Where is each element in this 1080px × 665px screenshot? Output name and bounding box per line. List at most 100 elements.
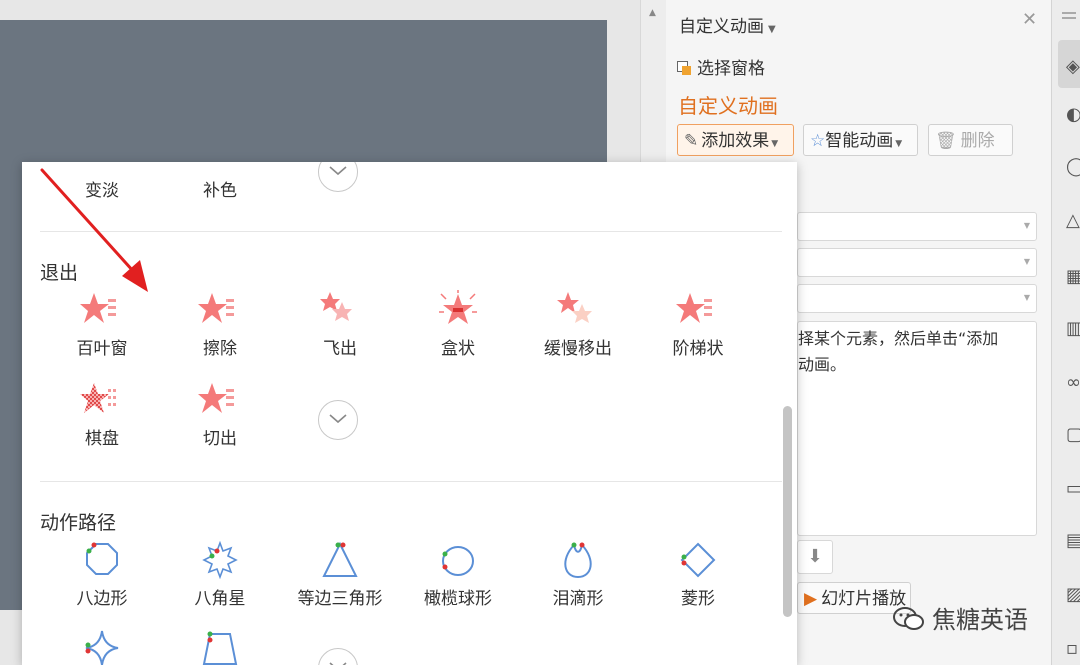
effect-checkerboard[interactable]: 棋盘 bbox=[52, 380, 152, 449]
effect-label: 缓慢移出 bbox=[544, 339, 612, 359]
cut-star-icon bbox=[198, 383, 234, 413]
shape-tool-icon[interactable]: ◯ bbox=[1066, 156, 1080, 178]
path-four-point-star[interactable] bbox=[52, 628, 152, 665]
red-annotation-arrow bbox=[40, 168, 148, 292]
smart-animation-button[interactable]: ☆智能动画 ▼ bbox=[803, 124, 918, 156]
select-pane-label: 选择窗格 bbox=[697, 59, 765, 79]
grid-tool-icon[interactable]: ▦ bbox=[1066, 266, 1080, 288]
effect-label: 阶梯状 bbox=[672, 339, 724, 359]
close-icon[interactable]: ✕ bbox=[1022, 9, 1037, 30]
effect-label: 飞出 bbox=[323, 339, 357, 359]
path-eight-point-star[interactable]: 八角星 bbox=[170, 540, 270, 609]
add-effect-label: 添加效果 bbox=[701, 131, 770, 151]
slow-exit-star-icon bbox=[557, 292, 592, 323]
path-trapezoid[interactable] bbox=[170, 628, 270, 665]
star-icon: ☆ bbox=[810, 131, 826, 151]
motion-path-section-title: 动作路径 bbox=[40, 512, 117, 534]
effect-label: 棋盘 bbox=[85, 429, 119, 449]
caret-down-icon: ▼ bbox=[1023, 257, 1030, 266]
effect-complement[interactable]: 补色 bbox=[170, 162, 270, 201]
wipe-star-icon bbox=[198, 293, 234, 323]
link-tool-icon[interactable]: ∞ bbox=[1066, 372, 1080, 394]
path-equilateral-triangle[interactable]: 等边三角形 bbox=[290, 540, 390, 609]
scroll-up-icon[interactable]: ▲ bbox=[649, 8, 656, 18]
caret-down-icon: ▼ bbox=[895, 139, 903, 149]
fly-out-star-icon bbox=[320, 292, 352, 321]
effect-slow-exit[interactable]: 缓慢移出 bbox=[528, 290, 628, 359]
more-exit-effects-button[interactable] bbox=[318, 400, 358, 440]
section-divider bbox=[40, 481, 782, 482]
smart-animation-label: 智能动画 bbox=[825, 131, 894, 151]
path-football[interactable]: 橄榄球形 bbox=[408, 540, 508, 609]
toolbar-grip-icon bbox=[1062, 12, 1076, 14]
popup-scrollbar-thumb[interactable] bbox=[783, 406, 792, 617]
triangle-path-icon bbox=[322, 541, 358, 577]
caret-down-icon: ▼ bbox=[768, 24, 776, 35]
wechat-logo-icon bbox=[893, 607, 924, 630]
delete-label: 删除 bbox=[960, 131, 995, 151]
path-octagon[interactable]: 八边形 bbox=[52, 540, 152, 609]
diamond-path-icon bbox=[680, 542, 716, 578]
more-tool-icon[interactable]: ▫ bbox=[1066, 638, 1080, 660]
teardrop-path-icon bbox=[564, 542, 592, 579]
animation-list[interactable]: 择某个元素，然后单击“添加 动画。 bbox=[797, 321, 1037, 536]
more-effects-button[interactable] bbox=[318, 162, 358, 192]
effect-cut[interactable]: 切出 bbox=[170, 380, 270, 449]
watermark-text: 焦糖英语 bbox=[932, 606, 1028, 634]
selection-pane-icon bbox=[677, 61, 691, 75]
chevron-down-icon bbox=[329, 414, 347, 424]
box-tool-icon[interactable]: ▤ bbox=[1066, 530, 1080, 552]
box-star-icon bbox=[439, 290, 477, 324]
effect-blinds[interactable]: 百叶窗 bbox=[52, 290, 152, 359]
effect-label: 八角星 bbox=[194, 589, 246, 609]
add-effect-button[interactable]: ✎ 添加效果 ▼ bbox=[677, 124, 794, 156]
trapezoid-path-icon bbox=[202, 631, 238, 665]
path-teardrop[interactable]: 泪滴形 bbox=[528, 540, 628, 609]
image-tool-icon[interactable]: ▨ bbox=[1066, 584, 1080, 606]
transition-tool-icon[interactable]: ◐ bbox=[1066, 104, 1080, 126]
effect-label: 盒状 bbox=[441, 339, 475, 359]
pen-tool-icon[interactable]: △ bbox=[1066, 210, 1080, 232]
caret-down-icon: ▼ bbox=[771, 139, 779, 149]
delete-button[interactable]: 🗑 删除 bbox=[928, 124, 1013, 156]
speed-dropdown[interactable]: ▼ bbox=[797, 284, 1037, 313]
effect-label: 橄榄球形 bbox=[424, 589, 492, 609]
more-paths-button[interactable] bbox=[318, 648, 358, 665]
octagon-path-icon bbox=[86, 542, 118, 575]
effect-label: 补色 bbox=[203, 181, 237, 201]
effect-label: 菱形 bbox=[681, 589, 715, 609]
effect-fly-out[interactable]: 飞出 bbox=[290, 290, 390, 359]
effect-label: 百叶窗 bbox=[76, 339, 128, 359]
football-path-icon bbox=[442, 546, 474, 576]
select-pane-link[interactable]: 选择窗格 bbox=[677, 54, 765, 79]
effect-wipe[interactable]: 擦除 bbox=[170, 290, 270, 359]
caret-down-icon: ▼ bbox=[1023, 221, 1030, 230]
effect-label: 等边三角形 bbox=[297, 589, 383, 609]
eight-point-star-path-icon bbox=[202, 540, 238, 580]
step-star-icon bbox=[676, 293, 712, 323]
four-point-star-path-icon bbox=[85, 630, 119, 665]
frame-tool-icon[interactable]: ▢ bbox=[1066, 424, 1080, 446]
effect-label: 擦除 bbox=[203, 339, 237, 359]
help-text-line: 动画。 bbox=[798, 355, 847, 374]
effect-box[interactable]: 盒状 bbox=[408, 290, 508, 359]
chart-tool-icon[interactable]: ▥ bbox=[1066, 318, 1080, 340]
animation-tool-icon[interactable]: ◈ bbox=[1066, 56, 1080, 78]
media-tool-icon[interactable]: ▭ bbox=[1066, 478, 1080, 500]
effect-label: 泪滴形 bbox=[552, 589, 604, 609]
pencil-icon: ✎ bbox=[684, 131, 699, 151]
path-diamond[interactable]: 菱形 bbox=[648, 540, 748, 609]
watermark: 焦糖英语 bbox=[892, 600, 1028, 635]
move-down-button[interactable]: ⬇ bbox=[797, 540, 833, 574]
trash-icon: 🗑 bbox=[935, 131, 957, 151]
effect-label: 切出 bbox=[203, 429, 237, 449]
effect-label: 八边形 bbox=[76, 589, 128, 609]
property-dropdown[interactable]: ▼ bbox=[797, 248, 1037, 277]
effect-step[interactable]: 阶梯状 bbox=[648, 290, 748, 359]
play-icon: ▶ bbox=[804, 589, 818, 609]
start-dropdown[interactable]: ▼ bbox=[797, 212, 1037, 241]
section-heading: 自定义动画 bbox=[678, 94, 778, 118]
chevron-down-icon bbox=[329, 166, 347, 176]
pane-title[interactable]: 自定义动画 ▼ bbox=[679, 12, 776, 37]
pane-title-label: 自定义动画 bbox=[679, 17, 764, 37]
